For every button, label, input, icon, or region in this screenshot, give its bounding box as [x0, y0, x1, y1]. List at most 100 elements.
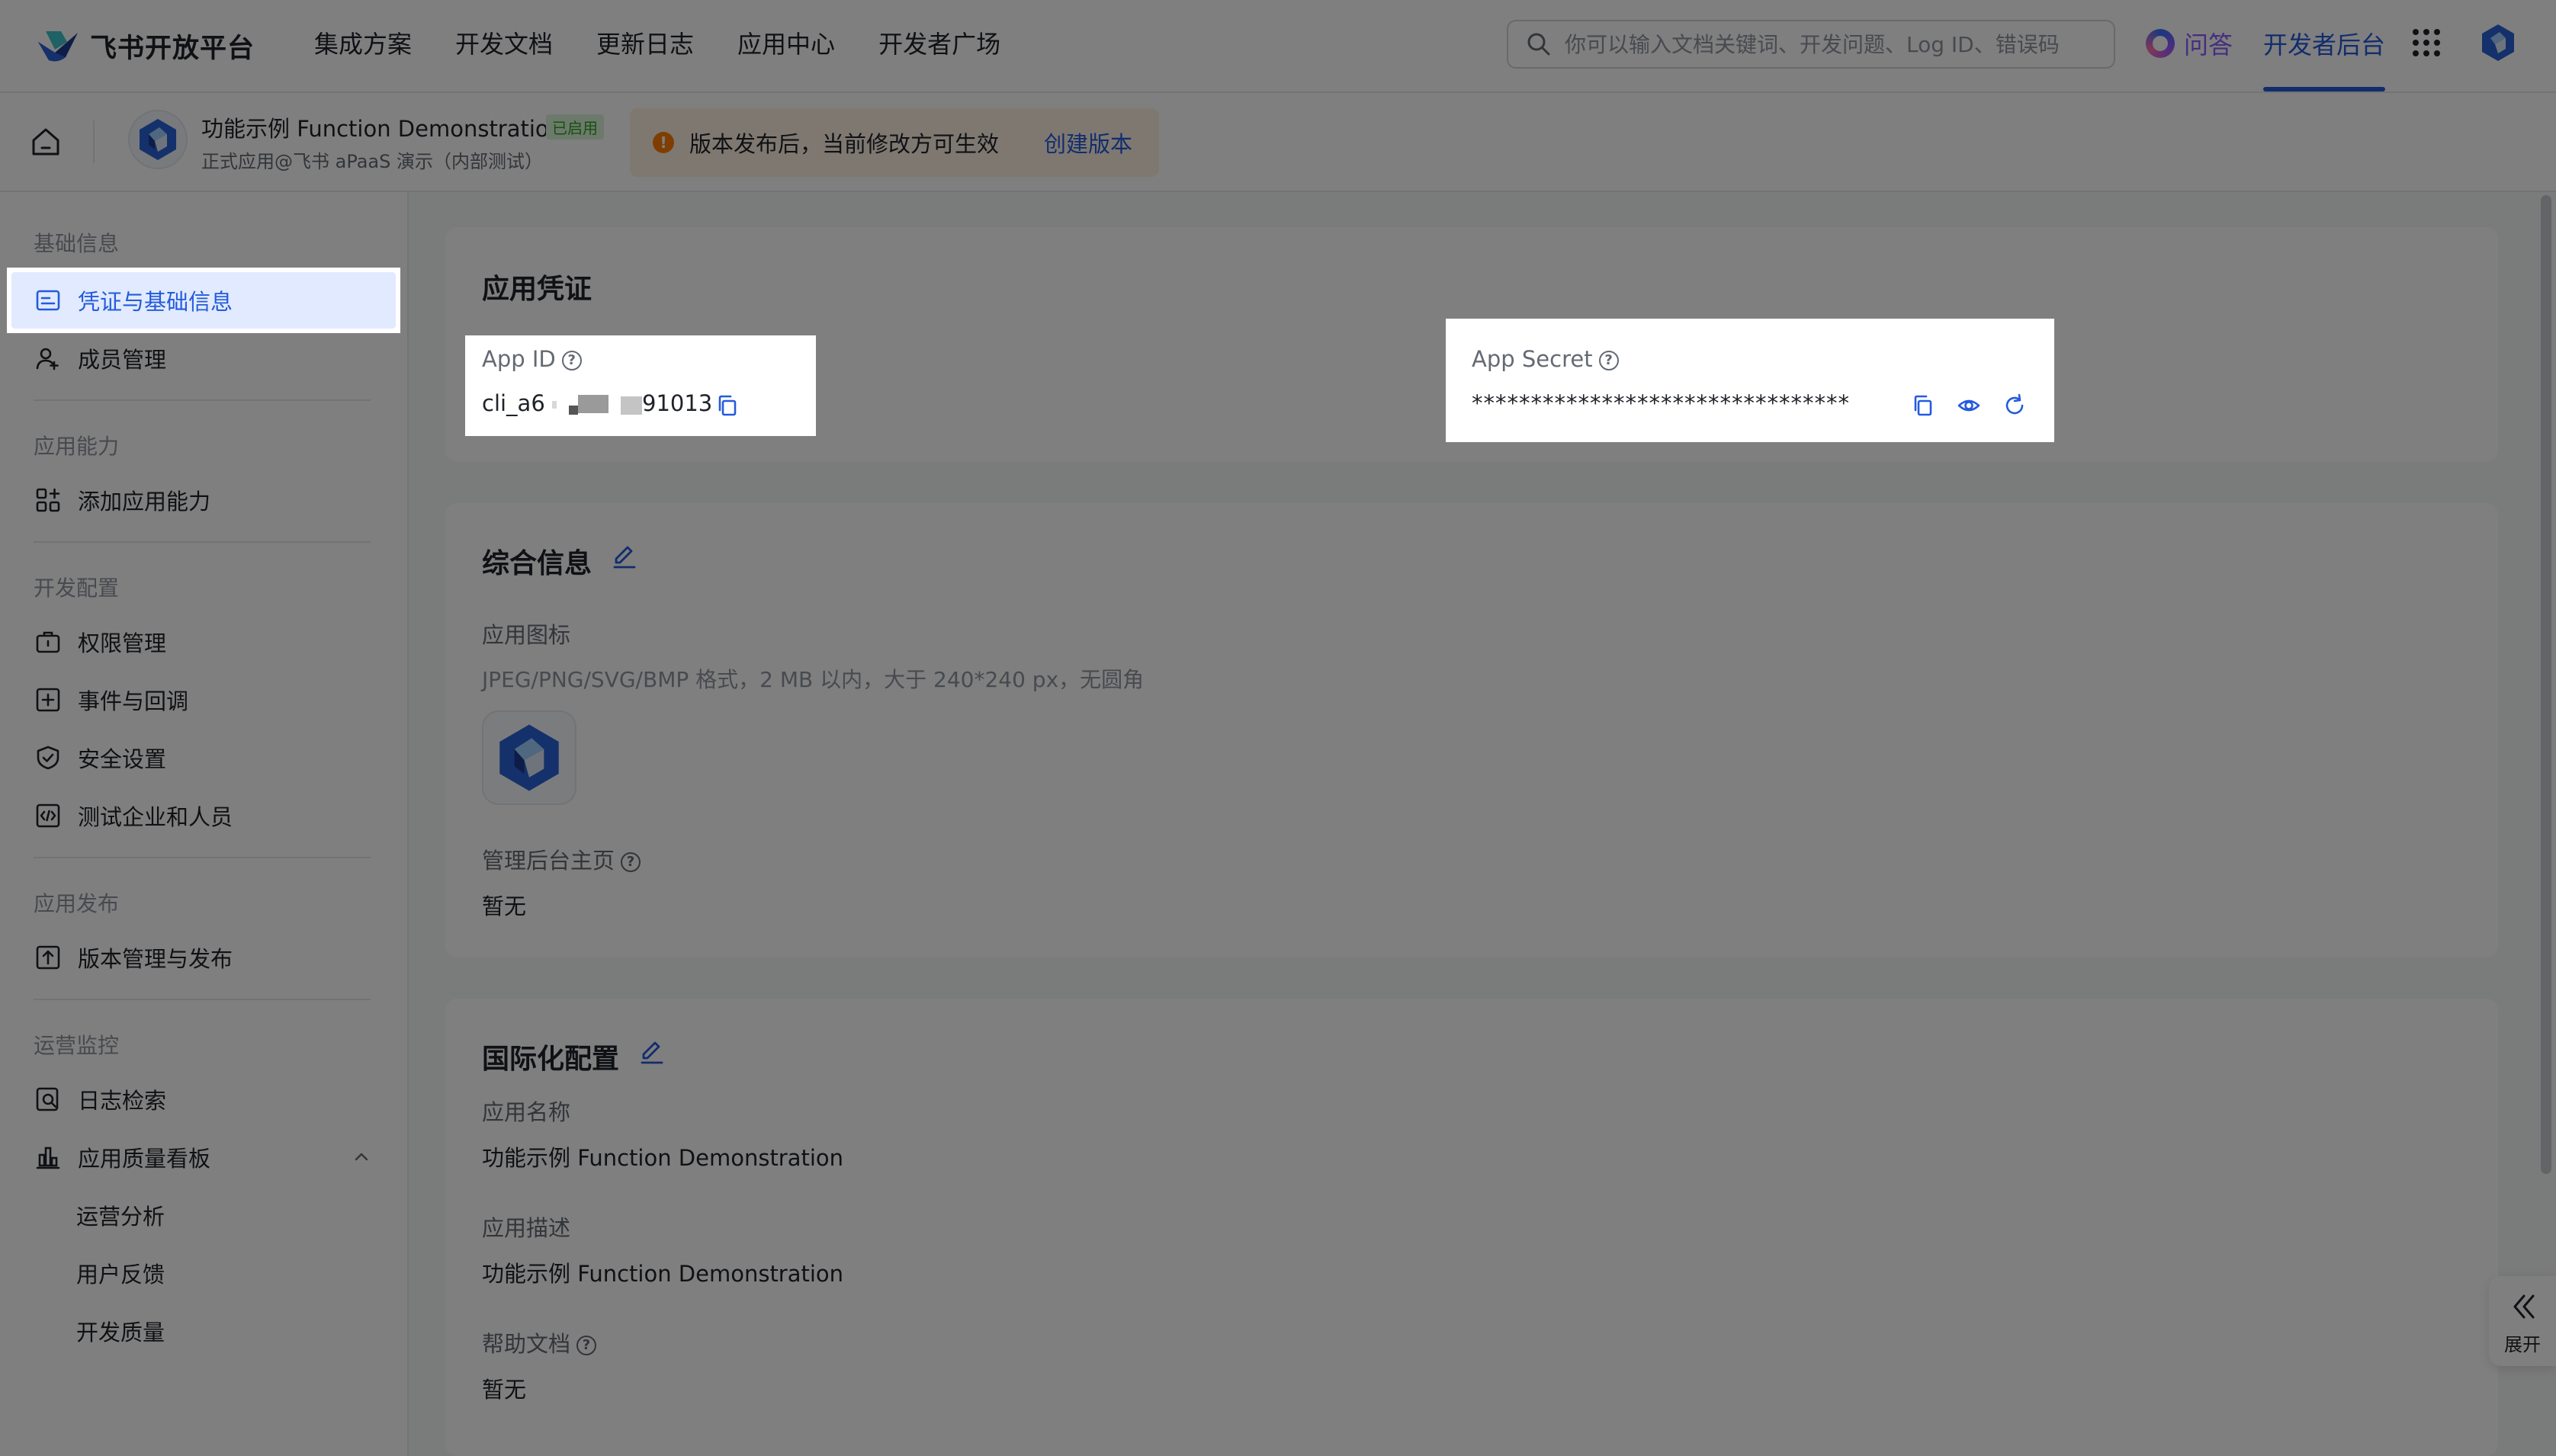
- bar-chart-icon: [36, 1147, 60, 1169]
- credentials-title: 应用凭证: [482, 274, 592, 305]
- help-icon[interactable]: ?: [561, 351, 582, 370]
- sidebar-item-label: 版本管理与发布: [78, 946, 233, 972]
- sidebar-item-versions[interactable]: 版本管理与发布: [11, 928, 397, 986]
- sidebar-item-credentials[interactable]: 凭证与基础信息: [11, 271, 397, 329]
- sidebar-item-security[interactable]: 安全设置: [11, 729, 397, 787]
- credentials-card: 应用凭证 App ID? cli_a6 91013 App Secret? **…: [445, 227, 2498, 462]
- sidebar-section-capability: 应用能力: [34, 434, 120, 459]
- app-id-value: cli_a6 91013: [482, 390, 734, 421]
- app-header-bar: 功能示例 Function Demonstration 已启用 正式应用@飞书 …: [0, 93, 2556, 192]
- double-chevron-left-icon: [2513, 1294, 2535, 1319]
- chevron-up-icon[interactable]: [352, 1148, 371, 1166]
- redacted-mark: [621, 396, 642, 415]
- help-icon[interactable]: ?: [621, 852, 641, 872]
- nav-item-changelog[interactable]: 更新日志: [596, 26, 694, 63]
- status-badge: 已启用: [546, 114, 604, 140]
- nav-item-docs[interactable]: 开发文档: [455, 26, 553, 63]
- sidebar-item-label: 事件与回调: [78, 688, 189, 714]
- expand-panel-button[interactable]: 展开: [2489, 1276, 2556, 1366]
- sidebar-item-test-tenants[interactable]: 测试企业和人员: [11, 787, 397, 845]
- log-search-icon: [36, 1087, 59, 1111]
- developer-console-page: 飞书开放平台 集成方案 开发文档 更新日志 应用中心 开发者广场 问答 开发者后…: [0, 0, 2556, 1456]
- refresh-icon[interactable]: [2002, 393, 2027, 418]
- i18n-title: 国际化配置: [482, 1044, 620, 1075]
- grid-add-icon: [36, 488, 60, 512]
- create-version-link[interactable]: 创建版本: [1044, 127, 1132, 159]
- search-input[interactable]: [1563, 30, 2085, 58]
- search-box[interactable]: [1507, 20, 2115, 69]
- edit-icon[interactable]: [610, 543, 637, 570]
- eye-icon[interactable]: [1957, 393, 1981, 418]
- sidebar-subitem-operations[interactable]: 运营分析: [11, 1186, 397, 1244]
- redacted-mark: [552, 401, 557, 409]
- nav-item-dev-square[interactable]: 开发者广场: [878, 26, 1000, 63]
- home-icon[interactable]: [29, 125, 63, 159]
- sidebar-item-add-capability[interactable]: 添加应用能力: [11, 471, 397, 529]
- sidebar-section-dev-config: 开发配置: [34, 576, 120, 601]
- app-name-value: 功能示例 Function Demonstration: [482, 1145, 844, 1171]
- version-notice: ! 版本发布后，当前修改方可生效 创建版本: [630, 108, 1159, 177]
- user-avatar[interactable]: [2477, 21, 2519, 64]
- sidebar-item-permissions[interactable]: 权限管理: [11, 613, 397, 671]
- sidebar-item-label: 开发质量: [76, 1320, 165, 1345]
- sidebar-item-label: 日志检索: [78, 1088, 167, 1114]
- redacted-mark: [578, 395, 608, 413]
- code-box-icon: [36, 803, 60, 828]
- developer-console-link[interactable]: 开发者后台: [2263, 26, 2385, 61]
- qa-ring-icon: [2146, 29, 2175, 58]
- sidebar-divider: [34, 999, 371, 1000]
- app-desc-value: 功能示例 Function Demonstration: [482, 1261, 844, 1287]
- app-id-suffix: 91013: [642, 390, 713, 416]
- main-nav-menu: 集成方案 开发文档 更新日志 应用中心 开发者广场: [314, 26, 1044, 63]
- sidebar-subitem-dev-quality[interactable]: 开发质量: [11, 1302, 397, 1360]
- app-icon-hint: JPEG/PNG/SVG/BMP 格式，2 MB 以内，大于 240*240 p…: [482, 667, 1145, 692]
- app-name: 功能示例 Function Demonstration: [201, 116, 564, 142]
- apps-grid-icon[interactable]: [2413, 29, 2440, 56]
- search-icon: [1527, 33, 1550, 56]
- sidebar-item-label: 运营分析: [76, 1204, 165, 1230]
- upload-box-icon: [36, 945, 60, 970]
- sidebar-item-label: 权限管理: [78, 630, 167, 656]
- sidebar-item-label: 测试企业和人员: [78, 804, 233, 830]
- warning-icon: !: [653, 132, 674, 153]
- divider: [93, 120, 95, 163]
- admin-home-label: 管理后台主页?: [482, 843, 641, 875]
- app-icon-upload[interactable]: [482, 710, 576, 805]
- app-logo: [128, 110, 188, 169]
- sidebar-divider: [34, 857, 371, 858]
- brand-logo-link[interactable]: 飞书开放平台: [35, 23, 255, 69]
- help-docs-label: 帮助文档?: [482, 1326, 597, 1358]
- qa-button[interactable]: 问答: [2146, 26, 2233, 61]
- member-icon: [36, 348, 59, 370]
- id-card-icon: [36, 290, 60, 311]
- sidebar-item-label: 用户反馈: [76, 1262, 165, 1288]
- briefcase-lock-icon: [36, 631, 60, 653]
- sidebar-item-label: 安全设置: [78, 746, 167, 772]
- qa-label: 问答: [2184, 30, 2233, 59]
- nav-item-solutions[interactable]: 集成方案: [314, 26, 412, 63]
- general-info-card: 综合信息 应用图标 JPEG/PNG/SVG/BMP 格式，2 MB 以内，大于…: [445, 503, 2498, 957]
- sidebar: 基础信息 凭证与基础信息 成员管理 应用能力 添加应用能力 开发配置 权限管理 …: [0, 192, 409, 1456]
- app-id-prefix: cli_a6: [482, 390, 545, 416]
- app-secret-label: App Secret?: [1472, 346, 1619, 372]
- sidebar-item-log-search[interactable]: 日志检索: [11, 1070, 397, 1128]
- copy-icon[interactable]: [1911, 393, 1935, 418]
- active-tab-indicator: [2263, 87, 2385, 91]
- nav-item-app-center[interactable]: 应用中心: [737, 26, 835, 63]
- sidebar-subitem-feedback[interactable]: 用户反馈: [11, 1244, 397, 1302]
- sidebar-section-monitoring: 运营监控: [34, 1033, 120, 1058]
- sidebar-item-quality-dashboard[interactable]: 应用质量看板: [11, 1128, 397, 1186]
- event-plus-icon: [36, 688, 60, 712]
- i18n-card: 国际化配置 应用名称 功能示例 Function Demonstration 应…: [445, 999, 2498, 1456]
- help-icon[interactable]: ?: [1598, 351, 1619, 370]
- help-icon[interactable]: ?: [576, 1336, 597, 1355]
- help-docs-value: 暂无: [482, 1377, 527, 1403]
- edit-icon[interactable]: [637, 1038, 665, 1066]
- sidebar-item-events[interactable]: 事件与回调: [11, 671, 397, 729]
- sidebar-item-members[interactable]: 成员管理: [11, 329, 397, 387]
- copy-icon[interactable]: [715, 393, 740, 418]
- main-scrollbar[interactable]: [2541, 195, 2551, 1174]
- feishu-logo-icon: [38, 31, 78, 62]
- shield-icon: [37, 746, 59, 770]
- top-navigation: 飞书开放平台 集成方案 开发文档 更新日志 应用中心 开发者广场 问答 开发者后…: [0, 0, 2556, 93]
